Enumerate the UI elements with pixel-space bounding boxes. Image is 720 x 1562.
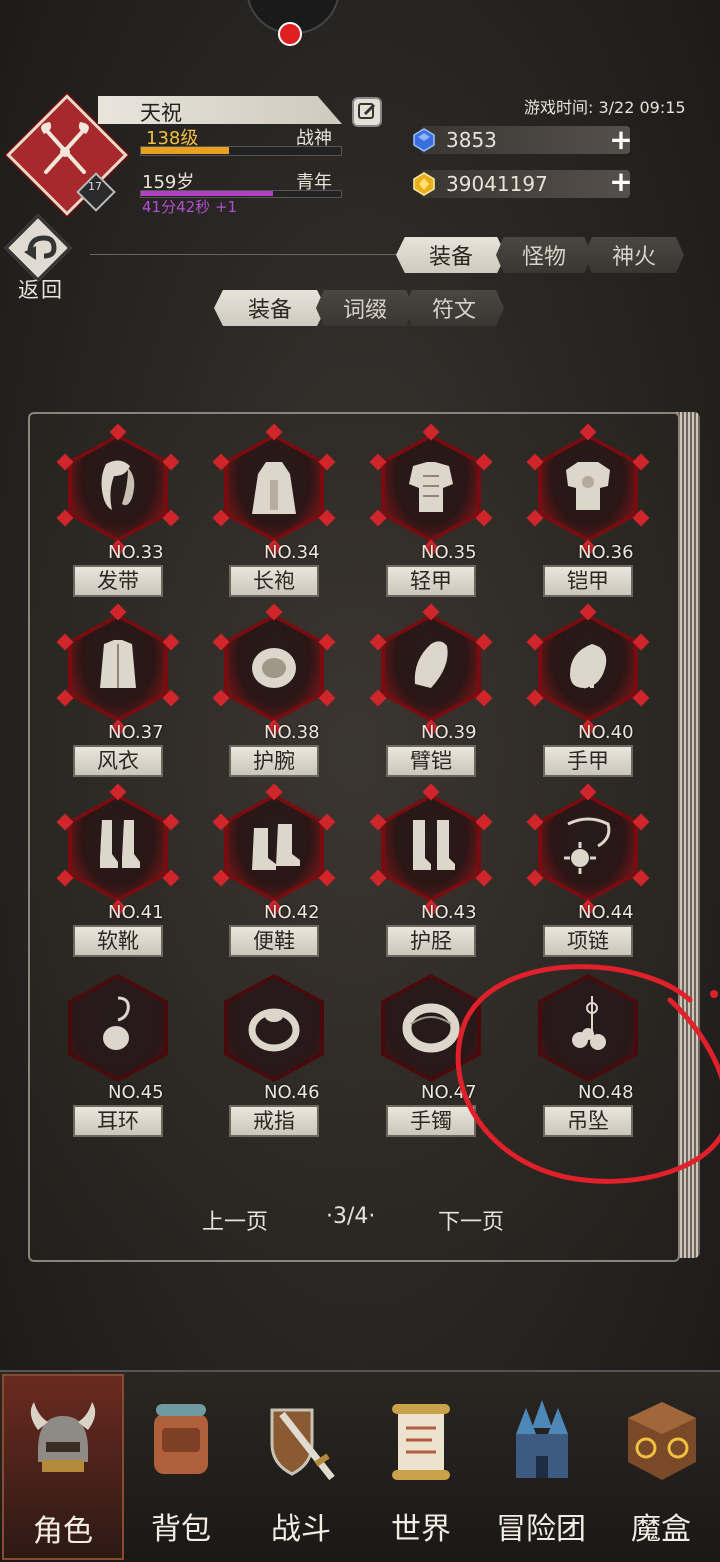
nav-label: 魔盒 xyxy=(631,1512,691,1547)
tab-divine-fire[interactable]: 神火 xyxy=(584,237,684,273)
item-label[interactable]: 戒指 xyxy=(229,1105,319,1137)
item-number: NO.35 xyxy=(421,542,477,563)
next-page-button[interactable]: 下一页 xyxy=(438,1204,504,1236)
sword-shield-icon xyxy=(270,1408,335,1481)
page-indicator: ·3/4· xyxy=(326,1204,376,1229)
item-label[interactable]: 耳环 xyxy=(73,1105,163,1137)
backpack-icon xyxy=(154,1404,208,1474)
plate-armor-icon xyxy=(566,462,610,510)
prev-page-button[interactable]: 上一页 xyxy=(202,1204,268,1236)
nav-label: 战斗 xyxy=(271,1512,331,1547)
item-label[interactable]: 铠甲 xyxy=(543,565,633,597)
nav-label: 背包 xyxy=(151,1512,211,1547)
item-number: NO.40 xyxy=(578,722,634,743)
item-label[interactable]: 风衣 xyxy=(73,745,163,777)
item-number: NO.34 xyxy=(264,542,320,563)
add-gems-button[interactable]: + xyxy=(608,126,634,154)
item-label[interactable]: 项链 xyxy=(543,925,633,957)
magic-box-icon xyxy=(628,1402,696,1480)
castle-icon xyxy=(516,1400,568,1478)
item-label[interactable]: 软靴 xyxy=(73,925,163,957)
nav-item[interactable]: 冒险团 xyxy=(482,1374,600,1556)
item-number: NO.42 xyxy=(264,902,320,923)
greaves-icon xyxy=(413,820,455,870)
item-number: NO.39 xyxy=(421,722,477,743)
item-number: NO.43 xyxy=(421,902,477,923)
helmet-icon xyxy=(30,1402,96,1472)
edit-name-button[interactable] xyxy=(352,97,382,127)
tab-monsters[interactable]: 怪物 xyxy=(496,237,592,273)
vambrace-icon xyxy=(414,641,448,688)
light-armor-icon xyxy=(409,462,453,512)
annotation-circle xyxy=(455,964,720,1184)
subtab-affixes[interactable]: 词缀 xyxy=(316,290,414,326)
subtab-runes[interactable]: 符文 xyxy=(404,290,504,326)
add-gold-button[interactable]: + xyxy=(608,168,634,196)
item-label[interactable]: 便鞋 xyxy=(229,925,319,957)
nav-label: 角色 xyxy=(33,1514,93,1549)
item-number: NO.44 xyxy=(578,902,634,923)
earring-icon xyxy=(103,996,130,1050)
nav-item[interactable]: 角色 xyxy=(2,1374,124,1560)
item-label[interactable]: 手甲 xyxy=(543,745,633,777)
item-number: NO.36 xyxy=(578,542,634,563)
gauntlet-icon xyxy=(570,644,607,689)
notification-dot xyxy=(278,22,302,46)
item-number: NO.37 xyxy=(108,722,164,743)
item-number: NO.46 xyxy=(264,1082,320,1103)
robe-icon xyxy=(252,462,296,514)
windbreaker-icon xyxy=(100,640,136,688)
xp-bar-fill xyxy=(141,147,229,154)
bracer-icon xyxy=(252,648,296,688)
blue-gem-icon xyxy=(413,128,435,152)
tab-equipment[interactable]: 装备 xyxy=(396,237,506,273)
scroll-map-icon xyxy=(392,1404,450,1480)
shoes-icon xyxy=(252,824,300,870)
necklace-icon xyxy=(564,817,611,874)
player-name: 天祝 xyxy=(140,101,182,125)
name-plate xyxy=(98,96,342,124)
item-number: NO.38 xyxy=(264,722,320,743)
avatar-level-text: 17 xyxy=(88,180,102,193)
nav-item[interactable]: 战斗 xyxy=(242,1374,360,1556)
divider xyxy=(90,254,400,255)
item-label[interactable]: 长袍 xyxy=(229,565,319,597)
item-number: NO.33 xyxy=(108,542,164,563)
item-number: NO.41 xyxy=(108,902,164,923)
ring-icon xyxy=(248,1008,300,1052)
gold-coin-icon xyxy=(413,172,435,196)
item-label[interactable]: 护腕 xyxy=(229,745,319,777)
nav-label: 世界 xyxy=(391,1512,451,1547)
back-label[interactable]: 返回 xyxy=(18,274,64,304)
item-label[interactable]: 发带 xyxy=(73,565,163,597)
return-arrow-icon xyxy=(24,235,57,260)
item-label[interactable]: 护胫 xyxy=(386,925,476,957)
gem-count: 3853 xyxy=(446,128,497,152)
nav-item[interactable]: 世界 xyxy=(362,1374,480,1556)
nav-item[interactable]: 背包 xyxy=(122,1374,240,1556)
item-number: NO.45 xyxy=(108,1082,164,1103)
item-label[interactable]: 轻甲 xyxy=(386,565,476,597)
soft-boots-icon xyxy=(100,820,140,868)
game-time: 游戏时间: 3/22 09:15 xyxy=(524,98,686,117)
item-label[interactable]: 臂铠 xyxy=(386,745,476,777)
age-timer: 41分42秒 +1 xyxy=(142,198,238,216)
nav-item[interactable]: 魔盒 xyxy=(602,1374,720,1556)
pencil-icon xyxy=(358,103,376,119)
headband-icon xyxy=(101,460,135,510)
nav-label: 冒险团 xyxy=(496,1512,586,1547)
gold-count: 39041197 xyxy=(446,172,548,196)
subtab-equipment[interactable]: 装备 xyxy=(214,290,326,326)
